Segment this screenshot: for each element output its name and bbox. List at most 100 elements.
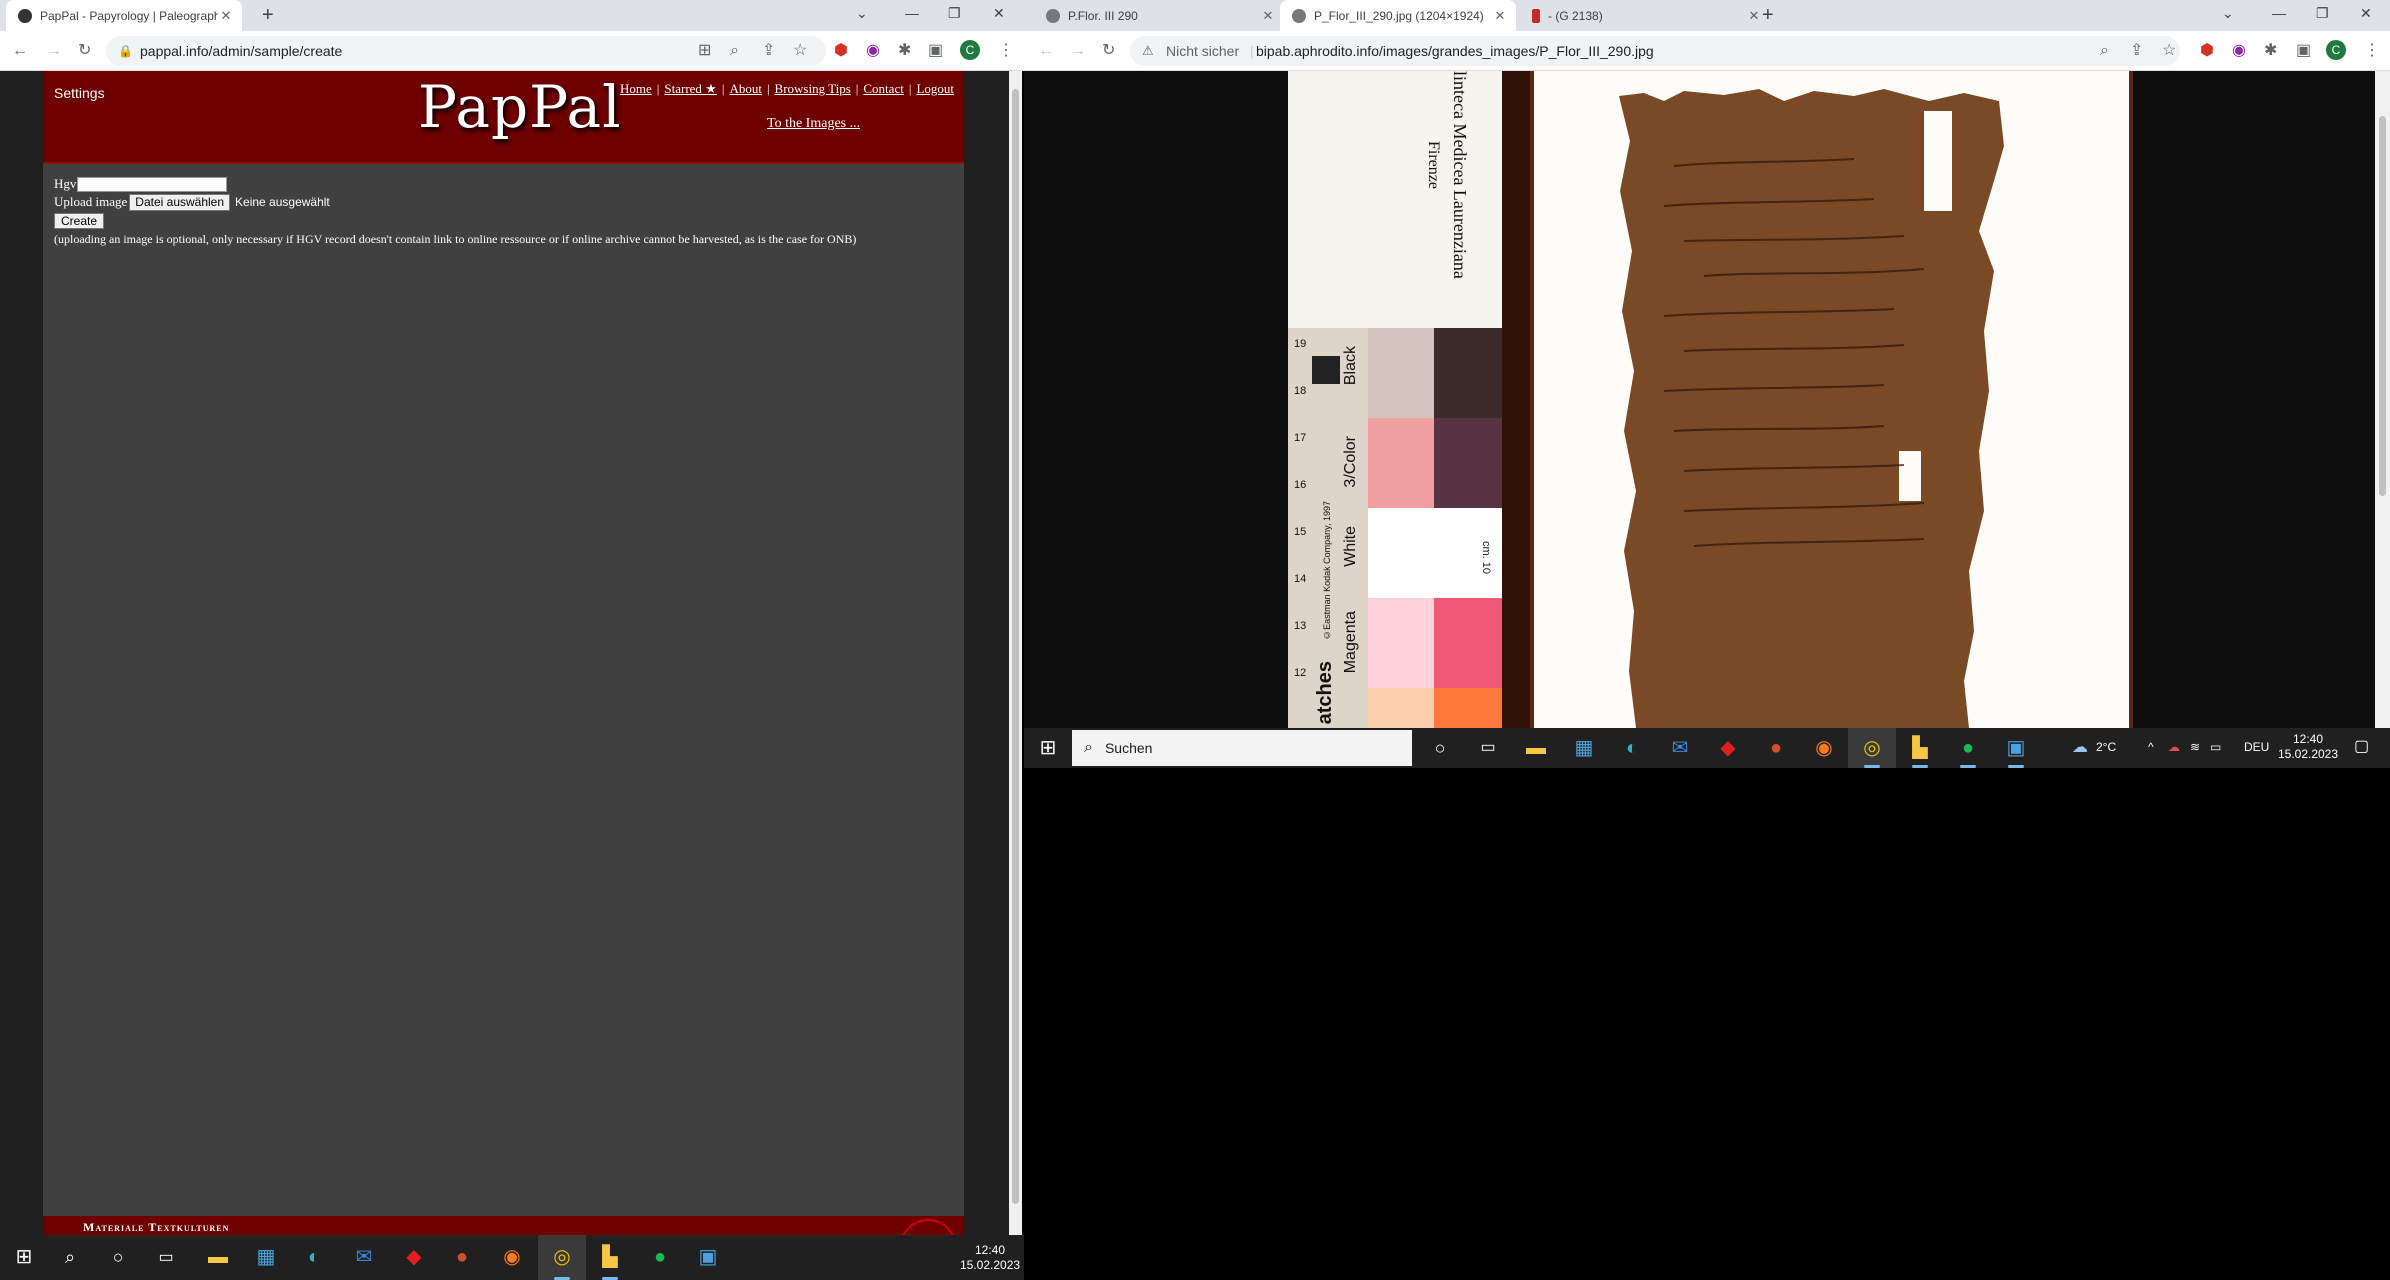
notification-icon[interactable]: ▢ (2354, 739, 2369, 755)
photos-icon[interactable]: ▣ (1992, 728, 2040, 768)
file-explorer-icon[interactable]: ▬ (1512, 728, 1560, 768)
settings-link[interactable]: Settings (54, 85, 105, 101)
windows-start-icon[interactable]: ⊞ (0, 1235, 48, 1280)
task-view-icon[interactable]: ▭ (1464, 728, 1512, 768)
close-tab-icon[interactable]: ✕ (1492, 8, 1508, 24)
firefox-icon[interactable]: ◉ (1800, 728, 1848, 768)
acrobat-icon[interactable]: ◆ (1704, 728, 1752, 768)
close-tab-icon[interactable]: ✕ (218, 8, 234, 24)
profile-avatar[interactable]: C (960, 40, 980, 60)
reload-icon[interactable]: ↻ (1102, 41, 1115, 61)
tab-pflor[interactable]: P.Flor. III 290 ✕ (1034, 0, 1284, 31)
nav-home[interactable]: Home (620, 81, 652, 96)
powerpoint-icon[interactable]: ● (1752, 728, 1800, 768)
extension-icon[interactable]: ⬢ (834, 41, 848, 61)
app-icon[interactable]: ▙ (1896, 728, 1944, 768)
not-secure-label[interactable]: Nicht sicher (1166, 43, 1239, 59)
extension-icon[interactable]: ⬢ (2200, 41, 2214, 61)
tab-search-icon[interactable]: ⌄ (2222, 5, 2234, 22)
windows-start-icon[interactable]: ⊞ (1024, 728, 1072, 768)
cortana-icon[interactable]: ○ (1416, 728, 1464, 768)
zoom-icon[interactable]: ⌕ (2100, 41, 2109, 61)
extensions-puzzle-icon[interactable]: ✱ (898, 41, 911, 61)
battery-icon[interactable]: ▭ (2210, 740, 2221, 755)
search-icon[interactable]: ⌕ (46, 1235, 94, 1280)
language-indicator[interactable]: DEU (2244, 740, 2269, 755)
forward-icon[interactable]: → (46, 41, 62, 61)
mail-icon[interactable]: ✉ (1656, 728, 1704, 768)
choose-file-button[interactable]: Datei auswählen (129, 193, 231, 211)
bookmark-star-icon[interactable]: ☆ (2162, 41, 2176, 61)
zoom-icon[interactable]: ⌕ (730, 41, 739, 61)
photos-icon[interactable]: ▣ (684, 1235, 732, 1280)
weather-temp[interactable]: 2°C (2096, 740, 2116, 755)
side-panel-icon[interactable]: ▣ (2296, 41, 2311, 61)
url-text[interactable]: bipab.aphrodito.info/images/grandes_imag… (1256, 43, 1654, 59)
minimize-icon[interactable]: — (2272, 5, 2286, 21)
extension-ub-icon[interactable]: ◉ (866, 41, 880, 61)
right-scrollbar-thumb[interactable] (2379, 116, 2386, 496)
menu-kebab-icon[interactable]: ⋮ (2364, 41, 2380, 61)
close-tab-icon[interactable]: ✕ (1746, 8, 1762, 24)
tab-search-icon[interactable]: ⌄ (856, 5, 868, 22)
back-icon[interactable]: ← (1038, 41, 1054, 61)
close-tab-icon[interactable]: ✕ (1260, 8, 1276, 24)
bookmark-star-icon[interactable]: ☆ (793, 41, 807, 61)
nav-about[interactable]: About (729, 81, 762, 96)
warning-icon[interactable]: ⚠ (1142, 41, 1154, 61)
new-tab-button[interactable]: + (1762, 5, 1774, 25)
store-icon[interactable]: ▦ (1560, 728, 1608, 768)
forward-icon[interactable]: → (1070, 41, 1086, 61)
edge-icon[interactable]: ◐ (290, 1235, 338, 1280)
share-icon[interactable]: ⇪ (762, 41, 775, 61)
profile-avatar[interactable]: C (2326, 40, 2346, 60)
nav-contact[interactable]: Contact (863, 81, 903, 96)
back-icon[interactable]: ← (12, 41, 28, 61)
task-view-icon[interactable]: ▭ (142, 1235, 190, 1280)
acrobat-icon[interactable]: ◆ (390, 1235, 438, 1280)
extensions-puzzle-icon[interactable]: ✱ (2264, 41, 2277, 61)
onedrive-icon[interactable]: ☁ (2168, 740, 2180, 755)
powerpoint-icon[interactable]: ● (438, 1235, 486, 1280)
side-panel-icon[interactable]: ▣ (928, 41, 943, 61)
app-icon[interactable]: ▙ (586, 1235, 634, 1280)
url-text[interactable]: pappal.info/admin/sample/create (140, 43, 342, 59)
share-icon[interactable]: ⇪ (2130, 41, 2143, 61)
weather-icon[interactable]: ☁ (2072, 740, 2088, 756)
nav-browsing-tips[interactable]: Browsing Tips (775, 81, 851, 96)
extension-ub-icon[interactable]: ◉ (2232, 41, 2246, 61)
close-window-icon[interactable]: ✕ (2360, 5, 2372, 22)
firefox-icon[interactable]: ◉ (488, 1235, 536, 1280)
nav-starred[interactable]: Starred ★ (664, 81, 716, 96)
taskbar-search-box[interactable]: ⌕ Suchen (1072, 730, 1412, 766)
translate-icon[interactable]: ⊞ (698, 41, 711, 61)
left-scrollbar[interactable] (1009, 71, 1022, 1235)
right-scrollbar[interactable] (2375, 71, 2390, 728)
tray-chevron-icon[interactable]: ^ (2148, 740, 2154, 755)
spotify-icon[interactable]: ● (1944, 728, 1992, 768)
create-button[interactable]: Create (54, 212, 105, 229)
cortana-icon[interactable]: ○ (94, 1235, 142, 1280)
right-clock[interactable]: 12:40 15.02.2023 (2276, 732, 2340, 762)
mail-icon[interactable]: ✉ (340, 1235, 388, 1280)
menu-kebab-icon[interactable]: ⋮ (998, 41, 1014, 61)
wifi-icon[interactable]: ≋ (2190, 740, 2200, 755)
left-scrollbar-thumb[interactable] (1012, 89, 1019, 1204)
reload-icon[interactable]: ↻ (78, 41, 91, 61)
store-icon[interactable]: ▦ (242, 1235, 290, 1280)
minimize-icon[interactable]: — (905, 5, 919, 21)
chrome-taskbar-icon[interactable]: ◎ (1848, 728, 1896, 768)
tab-g2138[interactable]: - (G 2138) ✕ (1520, 0, 1770, 31)
restore-icon[interactable]: ❐ (2316, 5, 2329, 22)
lock-icon[interactable]: 🔒 (118, 41, 133, 61)
papyrus-image[interactable] (1024, 71, 2375, 728)
new-tab-button[interactable]: + (262, 5, 274, 25)
pappal-logo[interactable]: PapPal (418, 73, 622, 141)
nav-logout[interactable]: Logout (916, 81, 954, 96)
file-explorer-icon[interactable]: ▬ (194, 1235, 242, 1280)
hgv-input[interactable] (77, 176, 228, 192)
tab-image[interactable]: P_Flor_III_290.jpg (1204×1924) ✕ (1280, 0, 1516, 31)
to-the-images-link[interactable]: To the Images ... (767, 116, 860, 132)
close-window-icon[interactable]: ✕ (993, 5, 1005, 22)
left-clock[interactable]: 12:40 15.02.2023 (960, 1243, 1020, 1273)
